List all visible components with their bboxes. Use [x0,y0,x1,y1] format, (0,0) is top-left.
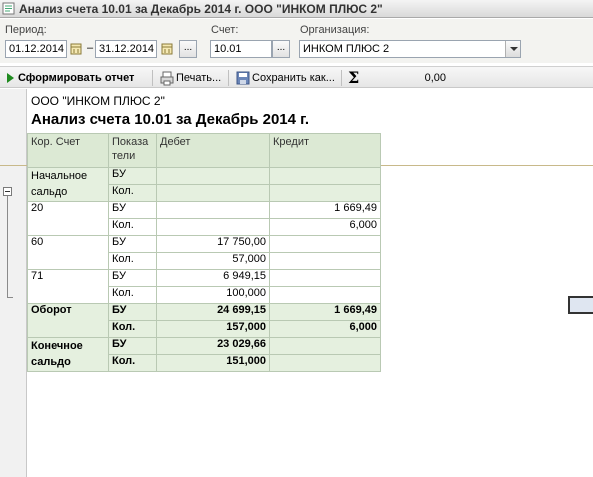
table-cell[interactable] [156,201,270,219]
column-header: Дебет [156,133,270,168]
table-cell[interactable]: БУ [108,337,157,355]
toolbar-divider [152,70,153,86]
table-cell[interactable]: 1 669,49 [269,201,381,219]
table-row: Начальное сальдо БУ [27,167,381,202]
table-cell[interactable]: БУ [108,167,157,185]
table-row: Конечное сальдо БУ 23 029,66 [27,337,381,372]
table-cell[interactable]: 6,000 [269,320,381,338]
table-header-row: Кор. Счет Показа тели Дебет Кредит [27,133,381,168]
table-cell[interactable]: 100,000 [156,286,270,304]
table-cell[interactable] [269,269,381,287]
table-cell[interactable]: БУ [108,235,157,253]
table-cell[interactable]: Кол. [108,252,157,270]
date-separator: – [87,42,94,54]
account-select-button[interactable]: ... [272,40,290,58]
table-cell[interactable]: 151,000 [156,354,270,372]
calendar-icon[interactable] [160,41,174,57]
table-cell[interactable] [269,337,381,355]
save-as-button[interactable]: Сохранить как... [252,70,335,86]
table-cell[interactable]: 20 [27,201,109,236]
table-cell[interactable]: 6 949,15 [156,269,270,287]
period-label: Период: [5,24,47,36]
table-cell[interactable]: Конечное сальдо [27,337,109,372]
report-toolbar: Сформировать отчет Печать... Сохранить к… [0,66,593,88]
table-cell[interactable] [156,184,270,202]
table-cell[interactable]: БУ [108,201,157,219]
selected-cell-cursor[interactable] [568,296,593,314]
calendar-icon[interactable] [69,41,83,57]
table-cell[interactable]: Кол. [108,320,157,338]
column-header: Показа тели [108,133,157,168]
table-cell[interactable]: 6,000 [269,218,381,236]
table-cell[interactable] [269,235,381,253]
table-cell[interactable]: 157,000 [156,320,270,338]
table-cell[interactable]: Начальное сальдо [27,167,109,202]
toolbar-divider [228,70,229,86]
grouping-gutter [0,89,27,477]
account-label: Счет: [211,24,239,36]
collapse-toggle-icon[interactable] [3,187,12,196]
window-titlebar: Анализ счета 10.01 за Декабрь 2014 г. ОО… [0,0,593,18]
table-cell[interactable]: 71 [27,269,109,304]
report-icon [2,2,15,15]
save-icon [236,71,250,85]
generate-report-button[interactable]: Сформировать отчет [18,70,134,86]
table-row: 20 БУ 1 669,49 [27,201,381,236]
column-header: Кредит [269,133,381,168]
table-cell[interactable] [269,184,381,202]
report-sheet[interactable]: ООО "ИНКОМ ПЛЮС 2" Анализ счета 10.01 за… [0,89,593,477]
play-icon [7,73,14,83]
table-row: 60 БУ 17 750,00 [27,235,381,270]
print-button[interactable]: Печать... [176,70,221,86]
report-table: Кор. Счет Показа тели Дебет Кредит Начал… [27,133,381,372]
table-cell[interactable]: 1 669,49 [269,303,381,321]
account-input[interactable]: 10.01 [210,40,272,58]
table-cell[interactable]: 60 [27,235,109,270]
table-cell[interactable] [156,167,270,185]
sum-value: 0,00 [424,72,446,84]
date-to-input[interactable]: 31.12.2014 [95,40,157,58]
sum-icon: Σ [348,68,360,87]
organization-label: Организация: [300,24,370,36]
group-bracket-line [7,196,8,297]
chevron-down-icon[interactable] [505,41,520,57]
table-cell[interactable]: 23 029,66 [156,337,270,355]
table-cell[interactable] [269,252,381,270]
table-cell[interactable]: Кол. [108,184,157,202]
group-bracket-end [7,297,13,298]
table-cell[interactable]: 24 699,15 [156,303,270,321]
organization-value: ИНКОМ ПЛЮС 2 [303,43,390,55]
table-cell[interactable]: БУ [108,269,157,287]
parameters-panel: Период: 01.12.2014 – 31.12.2014 ... Счет… [0,19,593,63]
toolbar-divider [341,70,342,86]
date-from-input[interactable]: 01.12.2014 [5,40,67,58]
table-cell[interactable]: БУ [108,303,157,321]
table-cell[interactable]: 57,000 [156,252,270,270]
table-cell[interactable]: Кол. [108,218,157,236]
table-cell[interactable] [269,286,381,304]
table-row: 71 БУ 6 949,15 [27,269,381,304]
window-title: Анализ счета 10.01 за Декабрь 2014 г. ОО… [19,2,383,16]
period-select-button[interactable]: ... [179,40,197,58]
column-header: Кор. Счет [27,133,109,168]
print-icon [160,71,174,86]
table-cell[interactable] [156,218,270,236]
table-cell[interactable]: Оборот [27,303,109,338]
report-organization: ООО "ИНКОМ ПЛЮС 2" [31,94,165,108]
table-cell[interactable]: Кол. [108,286,157,304]
organization-select[interactable]: ИНКОМ ПЛЮС 2 [299,40,521,58]
table-row: Оборот БУ 24 699,15 1 669,49 [27,303,381,338]
table-cell[interactable]: 17 750,00 [156,235,270,253]
table-cell[interactable] [269,167,381,185]
table-cell[interactable] [269,354,381,372]
report-title: Анализ счета 10.01 за Декабрь 2014 г. [31,111,310,128]
table-cell[interactable]: Кол. [108,354,157,372]
